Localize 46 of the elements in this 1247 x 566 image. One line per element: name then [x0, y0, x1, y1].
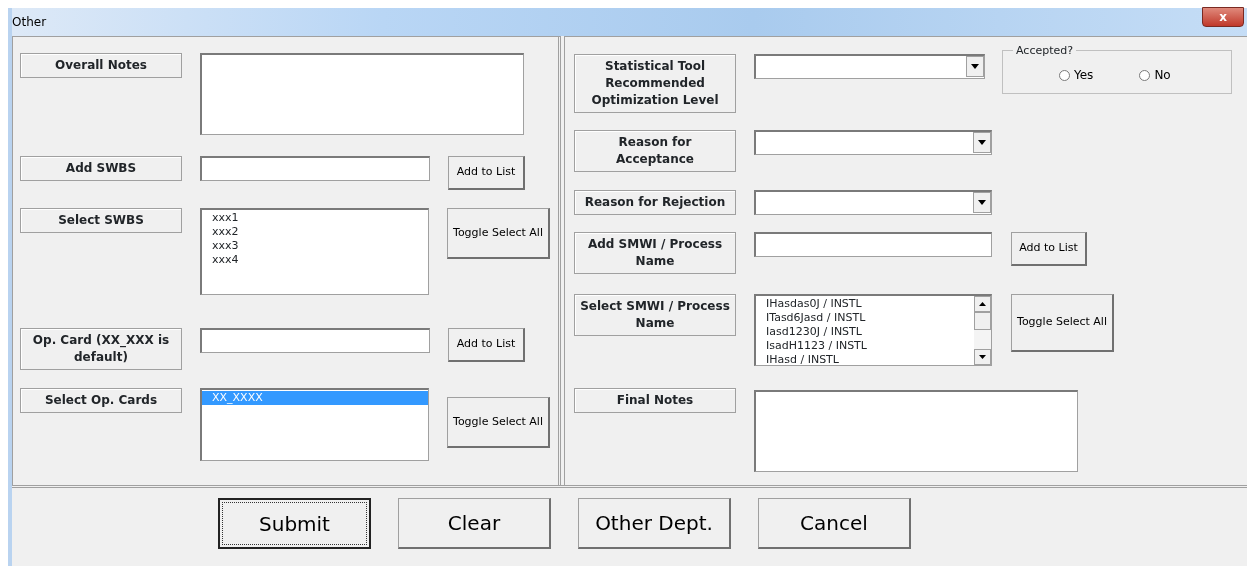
caret-icon	[971, 64, 979, 69]
field-label: Reason for Acceptance	[574, 130, 736, 172]
field-label: Select SMWI / Process Name	[574, 294, 736, 336]
list-item[interactable]: xxx1	[202, 211, 428, 225]
caret-icon	[978, 140, 986, 145]
field-label: Statistical Tool Recommended Optimization Level	[574, 54, 736, 113]
list-item[interactable]: IHasd / INSTL	[756, 353, 974, 367]
input-field[interactable]	[200, 328, 430, 353]
list-item[interactable]: IsadH1123 / INSTL	[756, 339, 974, 353]
add-to-list-button[interactable]: Add to List	[448, 328, 525, 362]
input-field[interactable]	[754, 232, 992, 257]
input-field[interactable]	[200, 156, 430, 181]
dialog-button[interactable]: Submit	[218, 498, 371, 549]
field-label: Select SWBS	[20, 208, 182, 233]
list-item[interactable]: ITasd6Jasd / INSTL	[756, 311, 974, 325]
dialog-button[interactable]: Cancel	[758, 498, 911, 549]
list-item[interactable]: xxx3	[202, 239, 428, 253]
list-item[interactable]: Iasd1230J / INSTL	[756, 325, 974, 339]
toggle-select-all-button[interactable]: Toggle Select All	[447, 208, 550, 259]
field-label: Op. Card (XX_XXX is default)	[20, 328, 182, 370]
radio-button[interactable]: No	[1139, 66, 1171, 84]
add-to-list-button[interactable]: Add to List	[448, 156, 525, 190]
dialog-button[interactable]: Clear	[398, 498, 551, 549]
field-label: Reason for Rejection	[574, 190, 736, 215]
field-label: Select Op. Cards	[20, 388, 182, 413]
field-label: Add SMWI / Process Name	[574, 232, 736, 274]
list-item[interactable]: IHasdas0J / INSTL	[756, 297, 974, 311]
dropdown-field[interactable]	[754, 54, 985, 79]
dialog-button[interactable]: Other Dept.	[578, 498, 731, 549]
list-item[interactable]: xxx4	[202, 253, 428, 267]
scrollbar[interactable]	[974, 296, 991, 365]
add-to-list-button[interactable]: Add to List	[1011, 232, 1087, 266]
window-title: Other	[12, 14, 47, 31]
close-button[interactable]: x	[1202, 7, 1244, 27]
notes-field[interactable]	[754, 390, 1078, 472]
radio-button[interactable]: Yes	[1059, 66, 1094, 84]
list-item[interactable]: xxx2	[202, 225, 428, 239]
dropdown-field[interactable]	[754, 190, 992, 215]
dropdown-field[interactable]	[754, 130, 992, 155]
toggle-select-all-button[interactable]: Toggle Select All	[1011, 294, 1114, 352]
field-label: Add SWBS	[20, 156, 182, 181]
notes-field[interactable]	[200, 53, 524, 135]
toggle-select-all-button[interactable]: Toggle Select All	[447, 397, 550, 448]
field-label: Overall Notes	[20, 53, 182, 78]
field-label: Final Notes	[574, 388, 736, 413]
caret-icon	[978, 200, 986, 205]
